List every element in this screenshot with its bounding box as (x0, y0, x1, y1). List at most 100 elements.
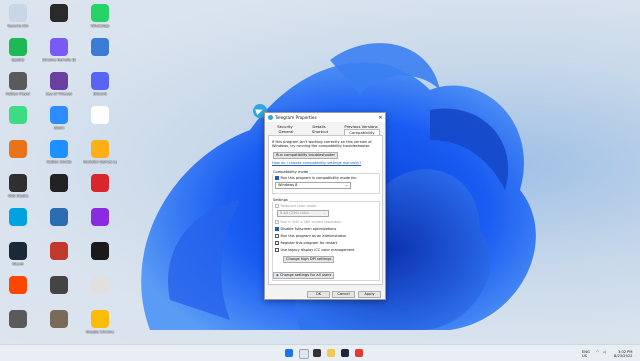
start-button[interactable] (285, 349, 293, 357)
app-icon (9, 310, 27, 328)
compatibility-page: If this program isn't working correctly … (268, 135, 383, 285)
clock[interactable]: 3:02 PM 8/23/2022 (614, 350, 632, 358)
ok-button[interactable]: OK (307, 291, 330, 298)
desktop-icon[interactable] (1, 275, 35, 313)
desktop-icon-label: Recycle Bin (7, 24, 29, 28)
app-icon (50, 208, 68, 226)
dialog-titlebar[interactable]: Telegram Properties ✕ (265, 113, 385, 122)
checkbox-checked-icon (275, 176, 279, 180)
all-users-button[interactable]: ◆ Change settings for all users (273, 272, 335, 279)
app-icon (9, 106, 27, 124)
desktop-icon[interactable] (83, 173, 117, 211)
desktop-icon[interactable] (83, 37, 117, 75)
app-icon (91, 4, 109, 22)
desktop-icon[interactable]: Roblox Player (1, 71, 35, 109)
compat-mode-checkbox[interactable]: Run this program in compatibility mode f… (275, 176, 357, 180)
intro-text: If this program isn't working correctly … (272, 140, 372, 149)
dialog-title: Telegram Properties (275, 115, 317, 120)
register-restart-checkbox[interactable]: Register this program for restart (275, 241, 337, 245)
desktop-icon[interactable]: Discord (83, 71, 117, 109)
apply-button[interactable]: Apply (358, 291, 381, 298)
os-select[interactable]: Windows 8 ⌄ (275, 182, 351, 189)
desktop-icon[interactable]: OBS Studio (1, 173, 35, 211)
app-icon (91, 276, 109, 294)
desktop-icon[interactable] (42, 309, 76, 344)
file-explorer-icon[interactable] (327, 349, 335, 357)
run-admin-checkbox[interactable]: Run this program as an administrator (275, 234, 346, 238)
desktop-icon[interactable]: WhatsApp (83, 3, 117, 41)
app-icon (91, 208, 109, 226)
desktop-icon[interactable]: Steam (1, 241, 35, 279)
cancel-button[interactable]: Cancel (332, 291, 355, 298)
app-icon (9, 276, 27, 294)
app-icon (9, 140, 27, 158)
desktop-icon[interactable] (1, 139, 35, 177)
app-icon (9, 208, 27, 226)
chevron-down-icon: ⌄ (344, 183, 348, 187)
app-icon (9, 38, 27, 56)
app-icon (50, 310, 68, 328)
desktop-icon-label: WhatsApp (90, 24, 110, 28)
app-icon[interactable] (355, 349, 363, 357)
tab-strip: Security Details Previous Versions Gener… (268, 123, 382, 135)
app-icon (50, 276, 68, 294)
taskbar: ENG US ◠ ◁ 3:02 PM 8/23/2022 (0, 344, 640, 361)
compat-mode-heading: Compatibility mode (272, 170, 310, 174)
desktop-icon[interactable] (83, 105, 117, 143)
desktop-icon[interactable] (83, 207, 117, 245)
disable-fullscreen-checkbox[interactable]: Disable fullscreen optimizations (275, 227, 336, 231)
run-troubleshooter-button[interactable]: Run compatibility troubleshooter (273, 152, 338, 159)
desktop-icon[interactable] (1, 105, 35, 143)
app-icon (91, 106, 109, 124)
tab-shortcut[interactable]: Shortcut (308, 129, 332, 134)
desktop-icon[interactable]: Chrome Remote Desktop (42, 37, 76, 75)
desktop-icon[interactable]: Spotify (1, 37, 35, 75)
app-icon (91, 140, 109, 158)
app-icon (50, 4, 68, 22)
language-indicator[interactable]: ENG US (582, 350, 590, 358)
desktop-icon[interactable]: Rockstar Games Launcher (83, 139, 117, 177)
desktop-icon[interactable] (83, 275, 117, 313)
desktop-icon[interactable]: Google Chrome (83, 309, 117, 344)
desktop-icon[interactable] (42, 3, 76, 41)
desktop-icon-label: Roblox Player (5, 92, 31, 96)
desktop-icon[interactable]: Roblox Studio (42, 139, 76, 177)
app-icon (91, 72, 109, 90)
desktop-icon[interactable] (42, 241, 76, 279)
steam-icon[interactable] (341, 349, 349, 357)
app-icon (50, 72, 68, 90)
choose-settings-link[interactable]: How do I choose compatibility settings m… (272, 161, 378, 165)
tab-general[interactable]: General (274, 129, 298, 134)
chevron-down-icon: ⌄ (322, 211, 326, 215)
desktop-icon[interactable]: Sea of Thieves (42, 71, 76, 109)
run-640-checkbox: Run in 640 x 480 screen resolution (275, 220, 342, 224)
desktop-icon[interactable] (42, 173, 76, 211)
app-icon (9, 242, 27, 260)
checkbox-checked-icon (275, 227, 279, 231)
wifi-icon[interactable]: ◠ (596, 350, 599, 354)
app-icon (50, 242, 68, 260)
high-dpi-button[interactable]: Change high DPI settings (283, 256, 335, 263)
desktop-icon[interactable] (1, 207, 35, 245)
app-icon (91, 242, 109, 260)
task-view-icon[interactable] (313, 349, 321, 357)
shield-icon: ◆ (276, 273, 279, 277)
close-icon[interactable]: ✕ (376, 115, 385, 121)
desktop-icon[interactable] (1, 309, 35, 344)
desktop-icon[interactable] (42, 207, 76, 245)
desktop-icon-label: Steam (12, 262, 24, 266)
volume-icon[interactable]: ◁ (603, 350, 606, 354)
desktop-icon[interactable]: Recycle Bin (1, 3, 35, 41)
app-icon (91, 38, 109, 56)
desktop-icon[interactable] (42, 275, 76, 313)
desktop-icon[interactable]: Zoom (42, 105, 76, 143)
color-select: 8-bit (256) color ⌄ (277, 210, 329, 217)
desktop-icon-label: Sea of Thieves (45, 92, 73, 96)
desktop-icon[interactable] (83, 241, 117, 279)
telegram-icon (268, 115, 273, 120)
desktop-icon-label: Rockstar Games Launcher (83, 160, 117, 164)
app-icon (91, 310, 109, 328)
search-icon[interactable] (299, 349, 309, 359)
app-icon (50, 140, 68, 158)
legacy-icc-checkbox[interactable]: Use legacy display ICC color management (275, 248, 355, 252)
